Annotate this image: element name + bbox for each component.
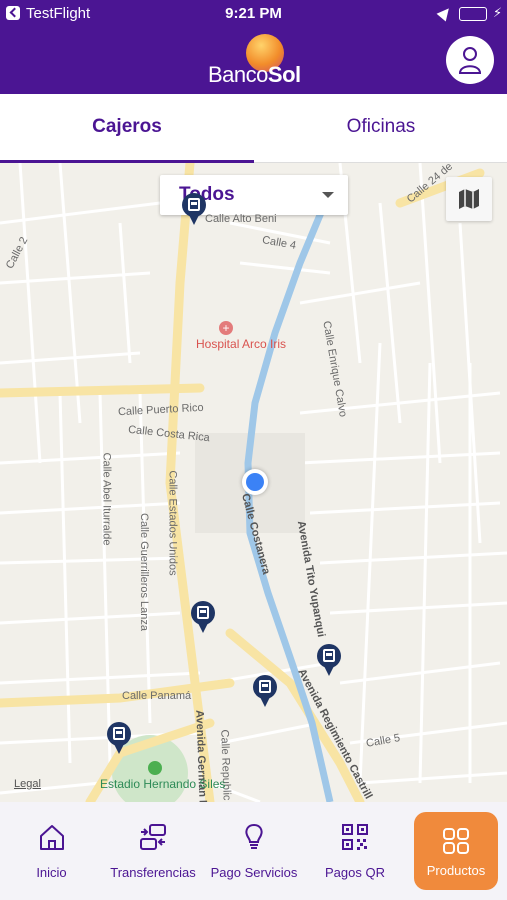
atm-pin[interactable] — [191, 601, 215, 635]
battery-icon — [459, 7, 487, 21]
stadium-label[interactable]: Estadio Hernando Siles — [100, 761, 225, 791]
nav-label: Pago Servicios — [210, 865, 298, 880]
atm-pin[interactable] — [182, 193, 206, 227]
atm-icon — [188, 198, 200, 211]
logo-wordmark: BancoSol — [208, 62, 301, 87]
atm-pin[interactable] — [107, 722, 131, 756]
atm-icon — [323, 649, 335, 662]
stadium-icon — [148, 761, 162, 775]
street-label: Calle Guerrilleros Lanza — [138, 513, 150, 631]
bancosol-logo: BancoSol — [208, 34, 303, 88]
street-label: Calle Alto Beni — [205, 213, 277, 225]
street-label: Calle Estados Unidos — [166, 470, 179, 576]
user-icon — [458, 47, 482, 74]
transfer-icon — [140, 824, 166, 850]
nav-label: Inicio — [36, 865, 67, 880]
bottom-navigation: Inicio Transferencias Pago Servicios Pag… — [0, 802, 507, 900]
nav-inicio[interactable]: Inicio — [0, 802, 103, 900]
map-icon — [459, 189, 479, 209]
status-bar: TestFlight 9:21 PM ⚡ — [0, 0, 507, 28]
tab-oficinas[interactable]: Oficinas — [254, 94, 507, 163]
atm-icon — [259, 680, 271, 693]
charging-icon: ⚡ — [493, 5, 503, 20]
home-icon — [39, 825, 64, 850]
street-label: Calle Abel Iturralde — [100, 452, 113, 546]
caret-down-icon — [322, 192, 334, 198]
atm-icon — [197, 606, 209, 619]
atm-pin[interactable] — [253, 675, 277, 709]
clock: 9:21 PM — [225, 5, 282, 22]
lightbulb-icon — [245, 823, 263, 849]
user-location-dot — [242, 469, 268, 495]
app-header: TestFlight 9:21 PM ⚡ BancoSol — [0, 0, 507, 94]
tab-bar: Cajeros Oficinas — [0, 94, 507, 163]
nav-pagos-qr[interactable]: Pagos QR — [305, 802, 405, 900]
atm-pin[interactable] — [317, 644, 341, 678]
nav-productos[interactable]: Productos — [414, 812, 498, 890]
nav-label: Productos — [426, 863, 486, 878]
nav-label: Transferencias — [110, 865, 196, 880]
qr-code-icon — [342, 824, 368, 850]
hospital-icon: + — [219, 321, 233, 335]
map-view[interactable]: Todos Calle 24 de Calle Alto Beni Calle … — [0, 163, 507, 802]
street-label: Calle Panamá — [122, 690, 192, 702]
legal-link[interactable]: Legal — [14, 778, 41, 790]
map-type-button[interactable] — [446, 177, 492, 221]
tab-cajeros[interactable]: Cajeros — [0, 94, 254, 163]
profile-button[interactable] — [446, 36, 494, 84]
hospital-label[interactable]: + Hospital Arco Iris — [196, 321, 286, 351]
nav-label: Pagos QR — [325, 865, 385, 880]
atm-icon — [113, 727, 125, 740]
grid-icon — [443, 828, 469, 854]
nav-transferencias[interactable]: Transferencias — [103, 802, 203, 900]
nav-pago-servicios[interactable]: Pago Servicios — [203, 802, 305, 900]
